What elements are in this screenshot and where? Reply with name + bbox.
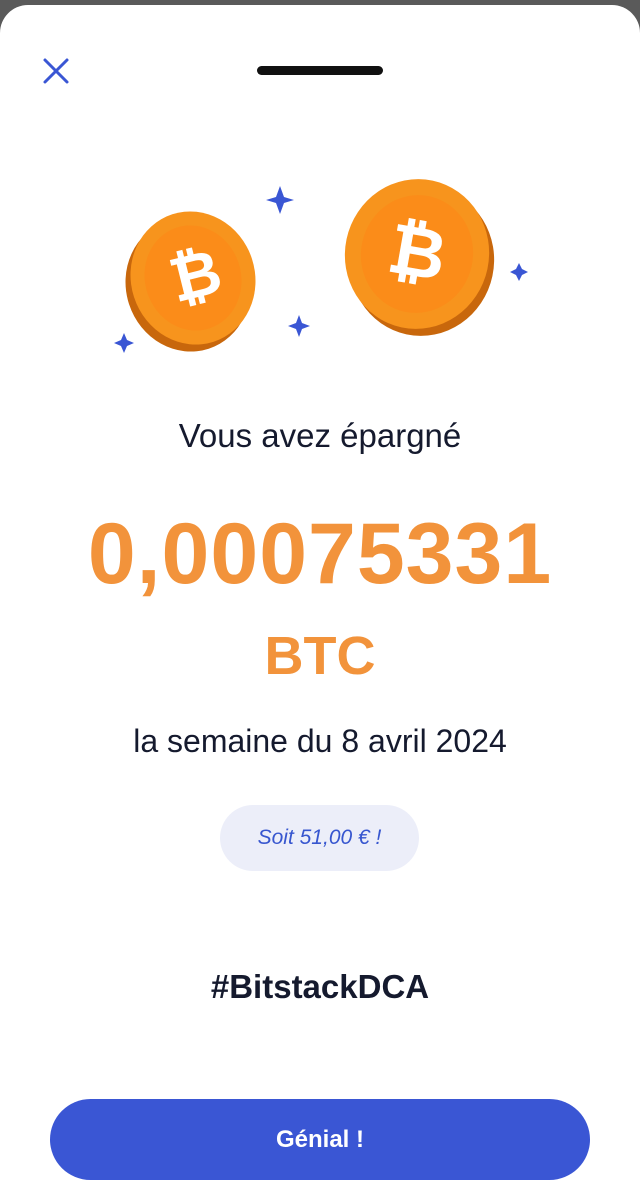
sparkle-icon bbox=[114, 333, 134, 353]
sparkle-icon bbox=[266, 186, 294, 214]
savings-title: Vous avez épargné bbox=[178, 417, 462, 454]
bitcoin-coin-left-icon: ₿ bbox=[125, 211, 256, 352]
close-button[interactable] bbox=[36, 51, 76, 91]
fiat-equivalent-badge: Soit 51,00 € ! bbox=[220, 805, 419, 871]
close-icon bbox=[43, 58, 69, 84]
confirm-button[interactable]: Génial ! bbox=[50, 1099, 590, 1180]
sparkle-icon bbox=[288, 315, 310, 337]
bitcoin-coin-right-icon: ₿ bbox=[344, 179, 495, 336]
fiat-equivalent-text: Soit 51,00 € ! bbox=[257, 826, 382, 849]
savings-period: la semaine du 8 avril 2024 bbox=[133, 723, 507, 759]
drag-handle[interactable] bbox=[257, 66, 383, 75]
savings-amount: 0,00075331 bbox=[87, 506, 553, 602]
bitcoin-coins-illustration: ₿ ₿ bbox=[114, 179, 528, 353]
sparkle-icon bbox=[510, 263, 528, 281]
savings-unit: BTC bbox=[264, 626, 376, 686]
hashtag-label: #BitstackDCA bbox=[210, 968, 430, 1005]
bottom-sheet: ₿ ₿ Vous avez épargné 0,00075331 BTC la … bbox=[0, 5, 640, 1200]
